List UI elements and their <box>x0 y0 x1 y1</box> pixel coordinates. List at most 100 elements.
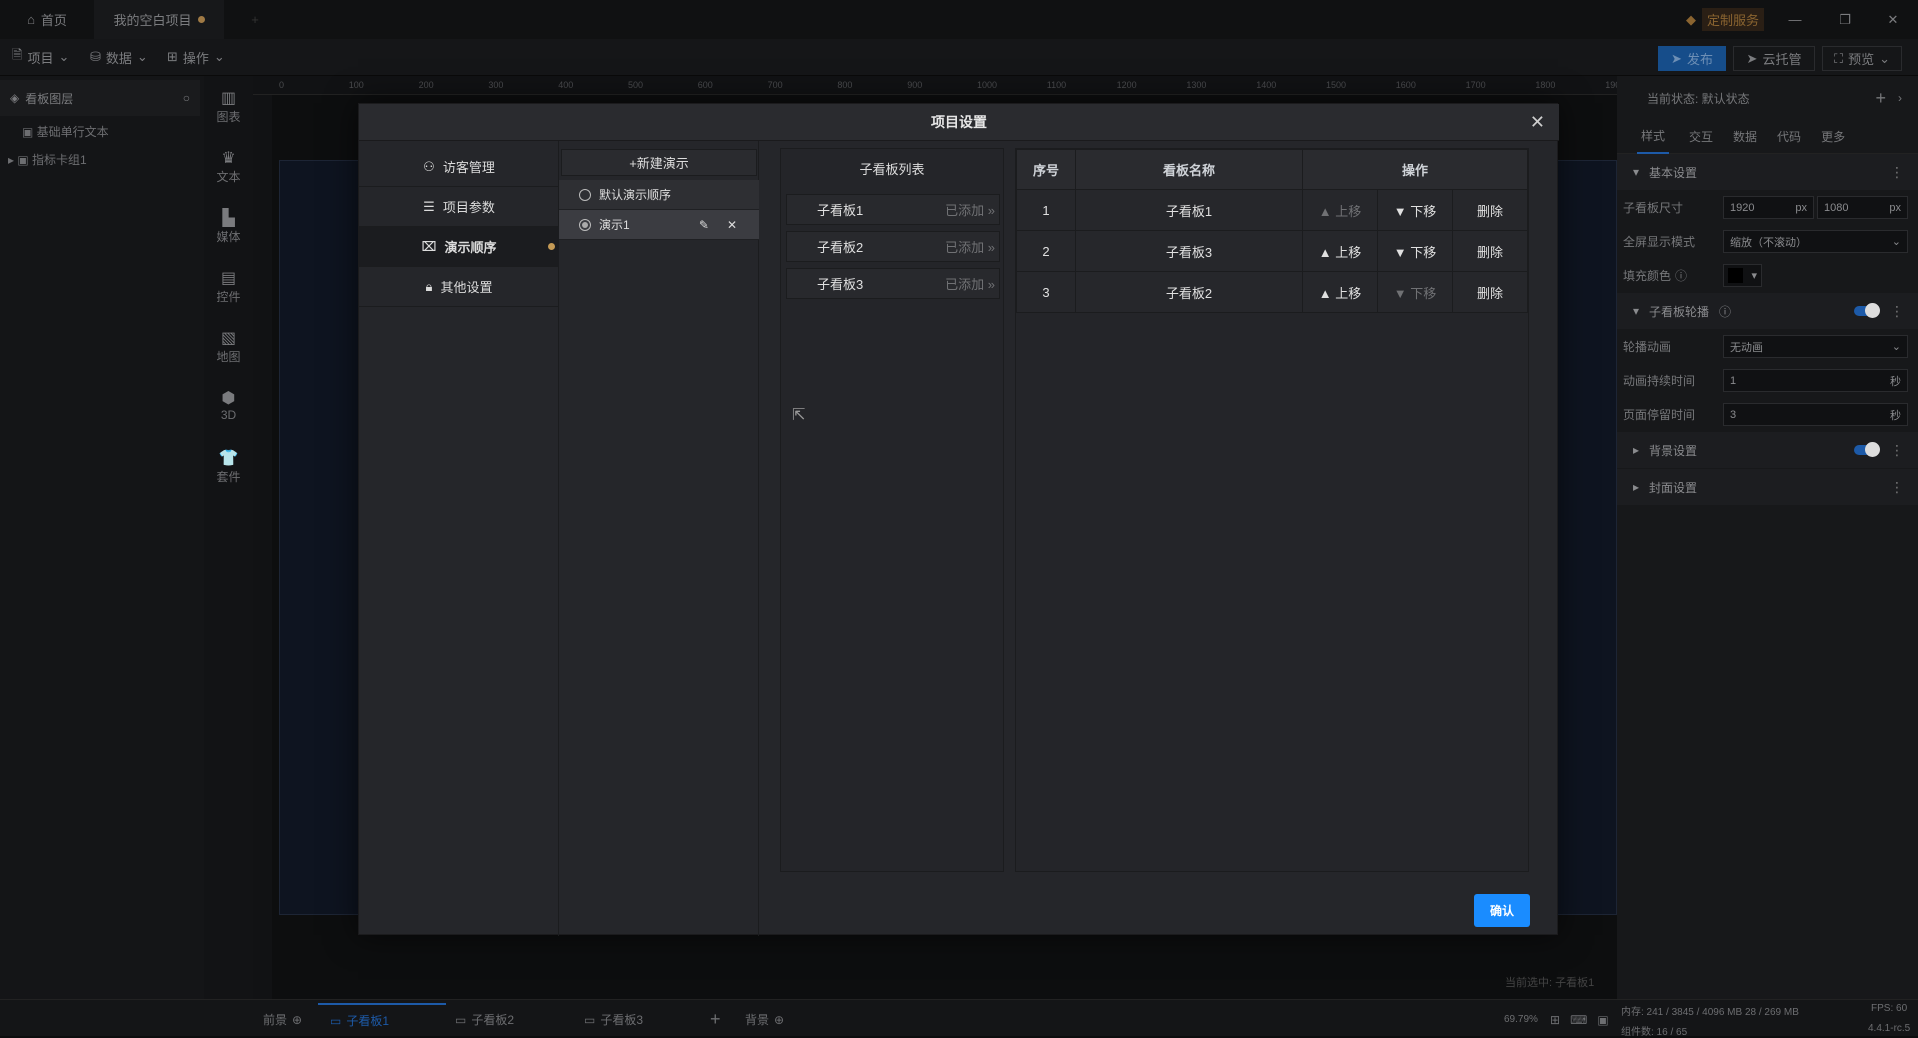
move-up-button[interactable]: ▲ 上移 <box>1302 189 1378 231</box>
close-icon[interactable]: ✕ <box>1530 112 1545 133</box>
double-chevron-right-icon: » <box>987 277 995 292</box>
unit-label: px <box>1795 201 1807 214</box>
move-up-button[interactable]: ▲ 上移 <box>1302 230 1378 272</box>
more-icon[interactable]: ⋮ <box>1890 443 1904 457</box>
component-3d[interactable]: ⬢ 3D <box>204 388 253 422</box>
tab-data[interactable]: 数据 <box>1733 128 1757 145</box>
added-status: 已添加 <box>945 203 985 218</box>
radio-selected-icon[interactable] <box>579 218 591 231</box>
fullscreen-select[interactable]: 缩放（不滚动） ⌄ <box>1723 230 1908 253</box>
add-circle-icon[interactable]: ⊕ <box>774 1013 784 1027</box>
section-basic[interactable]: ▾ 基本设置 ⋮ <box>1617 154 1918 190</box>
edit-icon[interactable]: ✎ <box>699 218 709 232</box>
demo-item-1[interactable]: 演示1 ✎ ✕ <box>559 210 759 240</box>
component-media[interactable]: ▙ 媒体 <box>204 208 253 245</box>
stay-input[interactable]: 3秒 <box>1723 403 1908 426</box>
tab-project[interactable]: 我的空白项目 <box>94 0 224 39</box>
move-down-button[interactable]: ▼ 下移 <box>1377 271 1453 313</box>
width-input[interactable]: 1920 px <box>1723 196 1814 219</box>
send-icon: ➤ <box>1746 50 1758 66</box>
help-icon[interactable]: ⓘ <box>1719 303 1731 320</box>
nav-other[interactable]: 🔒︎ 其他设置 <box>359 267 559 307</box>
nav-demo-order[interactable]: ⌧ 演示顺序 <box>359 227 559 267</box>
new-demo-button[interactable]: +新建演示 <box>561 149 757 176</box>
preview-button[interactable]: ⛶ 预览 ⌄ <box>1822 46 1902 71</box>
help-icon[interactable]: ⓘ <box>1675 267 1687 284</box>
fullscreen-row: 全屏显示模式 缩放（不滚动） ⌄ <box>1617 229 1918 254</box>
section-cover[interactable]: ▸ 封面设置 ⋮ <box>1617 469 1918 505</box>
close-window-button[interactable]: ✕ <box>1878 0 1908 39</box>
new-tab-button[interactable]: + <box>240 0 270 39</box>
background-toggle[interactable] <box>1854 442 1880 457</box>
section-background[interactable]: ▸ 背景设置 ⋮ <box>1617 432 1918 468</box>
more-icon[interactable]: ⋮ <box>1890 304 1904 318</box>
subboard-list-item[interactable]: 子看板3 已添加 » <box>786 268 1000 299</box>
confirm-button[interactable]: 确认 <box>1474 894 1530 927</box>
component-control[interactable]: ▤ 控件 <box>204 268 253 305</box>
tab-interaction[interactable]: 交互 <box>1689 128 1713 145</box>
tab-style[interactable]: 样式 <box>1637 119 1670 154</box>
button-label: 发布 <box>1686 52 1713 67</box>
nav-params[interactable]: ☰ 项目参数 <box>359 187 559 227</box>
delete-button[interactable]: 删除 <box>1452 230 1528 272</box>
back-layer-tab[interactable]: 背景 ⊕ <box>745 1003 784 1036</box>
component-text[interactable]: ♛ 文本 <box>204 148 253 185</box>
data-menu[interactable]: ⛁ 数据 ⌄ <box>90 46 148 68</box>
move-up-button[interactable]: ▲ 上移 <box>1302 271 1378 313</box>
more-icon[interactable]: ⋮ <box>1890 165 1904 179</box>
nav-visitor[interactable]: ⚇ 访客管理 <box>359 147 559 187</box>
fit-icon[interactable]: ⊞ <box>1550 1013 1560 1027</box>
chevron-right-icon[interactable]: › <box>1898 91 1902 105</box>
operate-menu[interactable]: ⊞ 操作 ⌄ <box>167 46 225 68</box>
subboard-tab-1[interactable]: ▭ 子看板1 <box>318 1003 446 1036</box>
layers-panel <box>0 76 204 999</box>
send-icon: ➤ <box>1671 50 1682 66</box>
tab-home[interactable]: ⌂ 首页 <box>0 0 94 39</box>
search-icon[interactable]: ○ <box>183 91 190 105</box>
table-row: 1 子看板1 ▲ 上移 ▼ 下移 删除 <box>1016 189 1528 231</box>
section-carousel[interactable]: ▾ 子看板轮播 ⓘ ⋮ <box>1617 293 1918 329</box>
radio-icon[interactable] <box>579 188 591 201</box>
row-number: 2 <box>1016 230 1076 272</box>
height-input[interactable]: 1080 px <box>1817 196 1908 219</box>
delete-button[interactable]: 删除 <box>1452 271 1528 313</box>
component-map[interactable]: ▧ 地图 <box>204 328 253 365</box>
layer-item[interactable]: ▣ 基础单行文本 <box>22 123 109 140</box>
tab-code[interactable]: 代码 <box>1777 128 1801 145</box>
delete-button[interactable]: 删除 <box>1452 189 1528 231</box>
cloud-host-button[interactable]: ➤ 云托管 <box>1733 46 1815 71</box>
more-icon[interactable]: ⋮ <box>1890 480 1904 494</box>
move-down-button[interactable]: ▼ 下移 <box>1377 230 1453 272</box>
restore-button[interactable]: ❐ <box>1830 0 1860 39</box>
subboard-tab-3[interactable]: ▭ 子看板3 <box>584 1003 643 1036</box>
monitor-icon: ▭ <box>584 1012 596 1027</box>
zoom-level[interactable]: 69.79% <box>1504 1003 1538 1036</box>
add-subboard-button[interactable]: + <box>710 1003 721 1036</box>
fill-color-picker[interactable]: ▾ <box>1723 264 1762 287</box>
terminal-icon[interactable]: ▣ <box>1597 1013 1608 1027</box>
animation-select[interactable]: 无动画 ⌄ <box>1723 335 1908 358</box>
component-chart[interactable]: ▥ 图表 <box>204 88 253 125</box>
database-icon: ⛁ <box>90 49 101 64</box>
publish-button[interactable]: ➤ 发布 <box>1658 46 1726 71</box>
minimize-button[interactable]: — <box>1780 0 1810 39</box>
move-down-button[interactable]: ▼ 下移 <box>1377 189 1453 231</box>
delete-icon[interactable]: ✕ <box>727 218 737 232</box>
layer-group[interactable]: ▸ ▣ 指标卡组1 <box>8 151 87 168</box>
add-circle-icon[interactable]: ⊕ <box>292 1013 302 1027</box>
keyboard-icon[interactable]: ⌨ <box>1570 1013 1587 1027</box>
demo-item-default[interactable]: 默认演示顺序 <box>559 180 759 210</box>
add-icon[interactable]: + <box>1875 88 1886 109</box>
front-layer-tab[interactable]: 前景 ⊕ <box>263 1003 302 1036</box>
duration-input[interactable]: 1秒 <box>1723 369 1908 392</box>
subboard-list-item[interactable]: 子看板1 已添加 » <box>786 194 1000 225</box>
carousel-toggle[interactable] <box>1854 303 1880 318</box>
double-chevron-right-icon: » <box>987 203 995 218</box>
tab-more[interactable]: 更多 <box>1821 128 1845 145</box>
subboard-tab-2[interactable]: ▭ 子看板2 <box>455 1003 514 1036</box>
custom-service-button[interactable]: ◆ 定制服务 <box>1680 0 1770 39</box>
component-kit[interactable]: 👕 套件 <box>204 448 253 485</box>
selected-indicator: 当前选中: 子看板1 <box>1505 977 1595 989</box>
project-menu[interactable]: 🗎 项目 ⌄ <box>12 46 69 68</box>
subboard-list-item[interactable]: 子看板2 已添加 » <box>786 231 1000 262</box>
